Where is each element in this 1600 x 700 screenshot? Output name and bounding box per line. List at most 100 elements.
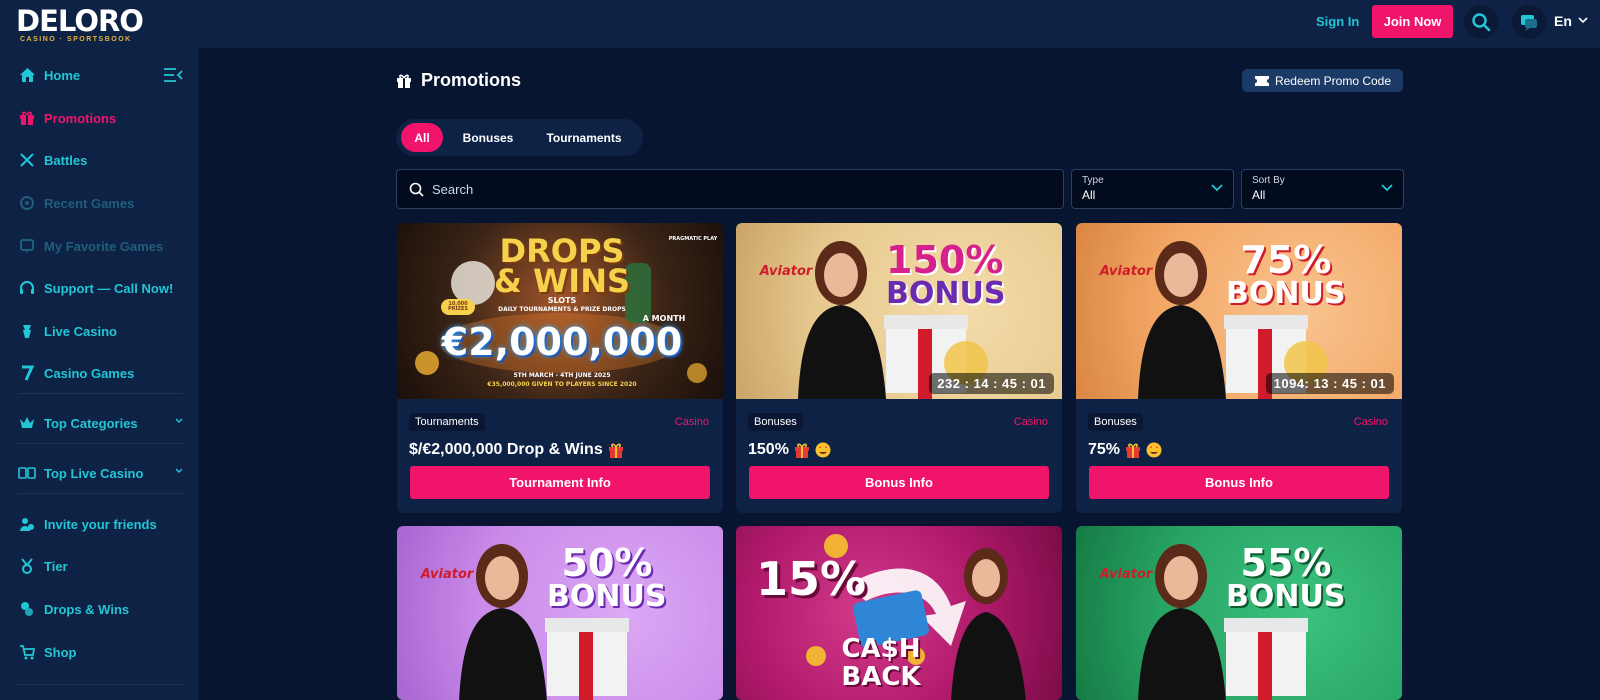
tab-bonuses[interactable]: Bonuses [448, 123, 528, 152]
sidebar-item-label: Live Casino [44, 323, 117, 339]
promotion-card[interactable]: Aviator 50% BONUS [397, 526, 723, 700]
promotion-category: Casino [674, 416, 709, 428]
swords-icon [18, 151, 36, 169]
sidebar-item-label: Support — Call Now! [44, 280, 174, 296]
sidebar-item-label: Top Categories [44, 415, 138, 431]
cashback-percentage: 15% [755, 552, 867, 606]
sidebar-item-label: Shop [44, 644, 77, 660]
top-bar: DELORO CASINO · SPORTSBOOK Sign In Join … [0, 0, 1600, 48]
tab-tournaments[interactable]: Tournaments [533, 123, 635, 152]
gift-emoji-icon [794, 443, 809, 458]
banner-amount: €2,000,000 [441, 320, 683, 364]
chat-icon [1521, 15, 1537, 31]
recent-icon [18, 194, 36, 212]
promotion-card[interactable]: Aviator 75% BONUS 1094: 13 : 45 : 01 Bon… [1076, 223, 1402, 513]
sidebar-divider [18, 493, 183, 494]
bonus-info-button[interactable]: Bonus Info [749, 466, 1049, 499]
sidebar-item-label: My Favorite Games [44, 238, 164, 254]
sidebar-item-top-live-casino[interactable]: Top Live Casino [18, 464, 183, 482]
page-title: Promotions [396, 70, 521, 91]
gift-icon [397, 74, 411, 88]
promotion-banner[interactable]: DROPS & WINS SLOTS DAILY TOURNAMENTS & P… [397, 223, 723, 399]
promotion-category: Casino [1013, 416, 1048, 428]
sidebar-item-drops-wins[interactable]: Drops & Wins [18, 600, 183, 618]
sidebar-item-battles[interactable]: Battles [18, 151, 183, 169]
promotion-card[interactable]: 15% CA$H BACK [736, 526, 1062, 700]
sidebar-item-tier[interactable]: Tier [18, 557, 183, 575]
type-filter-label: Type [1082, 175, 1104, 186]
sidebar-item-shop[interactable]: Shop [18, 643, 183, 661]
promotion-type-badge: Tournaments [409, 413, 485, 431]
sidebar-item-label: Top Live Casino [44, 465, 144, 481]
sidebar-item-label: Drops & Wins [44, 601, 130, 617]
promotion-title-text: 75% [1088, 441, 1121, 458]
promotion-card[interactable]: Aviator 150% BONUS 232 : 14 : 45 : 01 Bo… [736, 223, 1062, 513]
sort-by-value: All [1252, 188, 1266, 202]
bonus-percentage: 50% [561, 541, 653, 585]
aviator-logo: Aviator [420, 567, 474, 582]
sidebar-item-recent-games[interactable]: Recent Games [18, 194, 183, 212]
banner-given: €35,000,000 GIVEN TO PLAYERS SINCE 2020 [487, 381, 637, 388]
countdown-timer: 232 : 14 : 45 : 01 [929, 373, 1054, 394]
sidebar-item-label: Promotions [44, 110, 117, 126]
banner-headline-2: & WINS [493, 262, 631, 300]
banner-provider: PRAGMATIC PLAY [668, 236, 718, 242]
language-selector[interactable]: En [1554, 13, 1572, 29]
tournament-info-button[interactable]: Tournament Info [410, 466, 710, 499]
sort-by-select[interactable]: Sort By All [1241, 169, 1404, 209]
promotion-banner[interactable]: 15% CA$H BACK [736, 526, 1062, 700]
heart-icon [18, 237, 36, 255]
promotion-banner[interactable]: Aviator 50% BONUS [397, 526, 723, 700]
gift-emoji-icon [1126, 443, 1141, 458]
promotion-card[interactable]: Aviator 55% BONUS [1076, 526, 1402, 700]
sidebar-item-label: Casino Games [44, 365, 135, 381]
bonus-word: BONUS [547, 579, 667, 614]
headset-icon [18, 279, 36, 297]
sidebar-item-invite-friends[interactable]: Invite your friends [18, 515, 183, 533]
sidebar-item-label: Invite your friends [44, 516, 157, 532]
banner-sub: SLOTS [547, 296, 577, 305]
sidebar-item-promotions[interactable]: Promotions [18, 109, 183, 127]
promotion-banner[interactable]: Aviator 55% BONUS [1076, 526, 1402, 700]
search-button[interactable] [1464, 5, 1498, 39]
promotion-card[interactable]: DROPS & WINS SLOTS DAILY TOURNAMENTS & P… [397, 223, 723, 513]
banner-dates: 5TH MARCH - 4TH JUNE 2025 [513, 372, 611, 379]
chevron-down-icon [1578, 17, 1588, 24]
promotion-title: $/€2,000,000 Drop & Wins [409, 441, 624, 459]
type-filter-select[interactable]: Type All [1071, 169, 1234, 209]
sidebar-item-live-casino[interactable]: Live Casino [18, 322, 183, 340]
sidebar-item-top-categories[interactable]: Top Categories [18, 414, 183, 432]
cashback-word: CA$H [841, 634, 921, 664]
sidebar-item-label: Recent Games [44, 195, 135, 211]
bonus-word: BONUS [1226, 276, 1346, 311]
aviator-logo: Aviator [759, 264, 813, 279]
sidebar-item-support[interactable]: Support — Call Now! [18, 279, 183, 297]
promotion-banner[interactable]: Aviator 150% BONUS 232 : 14 : 45 : 01 [736, 223, 1062, 399]
sidebar: Home Promotions Battles Recent Games My … [0, 48, 199, 700]
bonus-percentage: 55% [1240, 541, 1332, 585]
logo[interactable]: DELORO CASINO · SPORTSBOOK [16, 6, 156, 44]
promotion-title: 150% [748, 441, 831, 459]
redeem-promo-code-button[interactable]: Redeem Promo Code [1242, 69, 1403, 92]
sidebar-item-favorite-games[interactable]: My Favorite Games [18, 237, 183, 255]
promotion-type-badge: Bonuses [748, 413, 803, 431]
cards-icon [18, 464, 36, 482]
join-now-button[interactable]: Join Now [1372, 5, 1453, 38]
search-input[interactable] [432, 181, 1032, 197]
countdown-timer: 1094: 13 : 45 : 01 [1265, 373, 1394, 394]
crown-icon [18, 414, 36, 432]
promotion-type-badge: Bonuses [1088, 413, 1143, 431]
ticket-icon [1254, 75, 1269, 86]
redeem-label: Redeem Promo Code [1274, 73, 1392, 88]
promotion-banner[interactable]: Aviator 75% BONUS 1094: 13 : 45 : 01 [1076, 223, 1402, 399]
bonus-info-button[interactable]: Bonus Info [1089, 466, 1389, 499]
sidebar-item-casino-games[interactable]: Casino Games [18, 364, 183, 382]
promotion-title: 75% [1088, 441, 1162, 459]
star-struck-emoji-icon [815, 442, 831, 458]
tab-all[interactable]: All [401, 123, 443, 152]
banner-sub-2: DAILY TOURNAMENTS & PRIZE DROPS [498, 306, 626, 313]
sign-in-link[interactable]: Sign In [1316, 14, 1359, 29]
sidebar-item-home[interactable]: Home [18, 66, 183, 84]
search-box [396, 169, 1064, 209]
chat-button[interactable] [1512, 5, 1546, 39]
